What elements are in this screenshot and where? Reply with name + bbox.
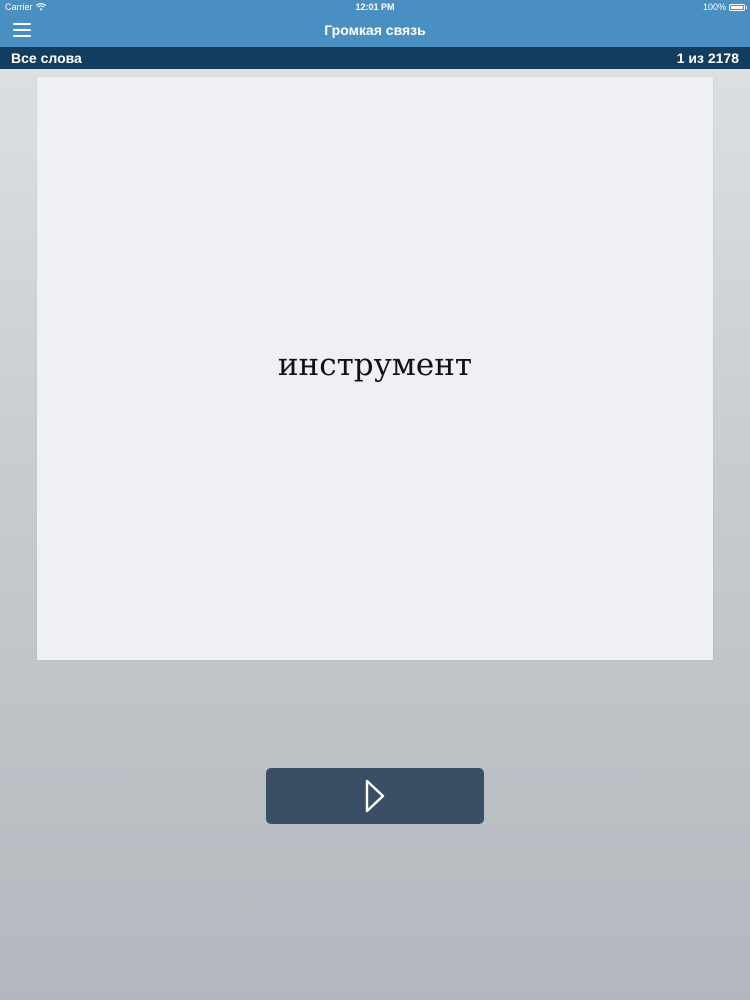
battery-indicator: 100% bbox=[702, 0, 747, 14]
card-counter: 1 из 2178 bbox=[676, 50, 739, 66]
navigation-bar: Громкая связь bbox=[0, 14, 750, 47]
play-button[interactable] bbox=[266, 768, 484, 824]
status-bar: Carrier 12:01 PM 100% bbox=[0, 0, 750, 14]
list-header-bar: Все слова 1 из 2178 bbox=[0, 47, 750, 69]
status-time: 12:01 PM bbox=[355, 2, 395, 12]
battery-percent: 100% bbox=[702, 2, 726, 12]
list-name: Все слова bbox=[11, 50, 82, 66]
battery-icon bbox=[729, 3, 747, 11]
flashcard[interactable]: инструмент bbox=[37, 77, 713, 660]
play-icon bbox=[365, 779, 385, 813]
page-title: Громкая связь bbox=[324, 22, 426, 38]
flashcard-word: инструмент bbox=[277, 346, 473, 383]
